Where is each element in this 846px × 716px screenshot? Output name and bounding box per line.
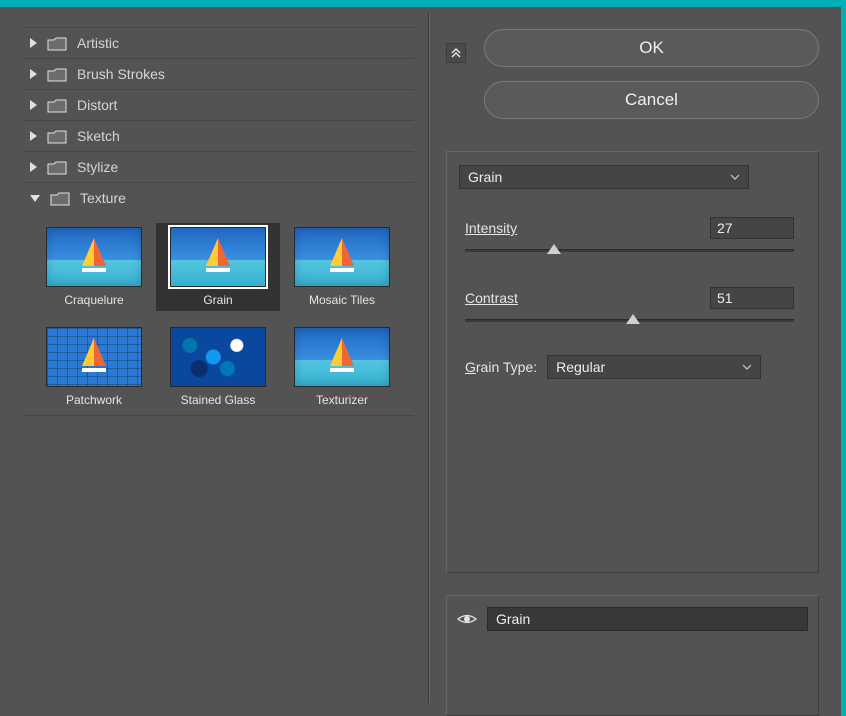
thumbnail-art (327, 338, 357, 374)
thumb-label: Stained Glass (181, 393, 256, 407)
slider-track (465, 249, 794, 252)
grain-type-label: Grain Type: (465, 359, 537, 375)
expand-icon (30, 69, 37, 79)
chevron-up-double-icon (450, 47, 462, 59)
contrast-slider[interactable] (465, 313, 794, 329)
category-label: Brush Strokes (77, 66, 165, 82)
effect-layer-row[interactable]: Grain (457, 606, 808, 632)
filter-select-value: Grain (468, 169, 502, 185)
visibility-icon[interactable] (457, 612, 477, 626)
window-title-bar (0, 0, 846, 7)
grain-type-value: Regular (556, 359, 605, 375)
intensity-input[interactable] (710, 217, 794, 239)
thumbnail-image (294, 327, 390, 387)
thumb-label: Patchwork (66, 393, 122, 407)
collapse-settings-button[interactable] (446, 43, 466, 63)
intensity-label: Intensity (465, 220, 517, 236)
collapse-icon (30, 195, 40, 202)
intensity-slider[interactable] (465, 243, 794, 259)
thumb-label: Texturizer (316, 393, 368, 407)
thumb-patchwork[interactable]: Patchwork (32, 323, 156, 411)
expand-icon (30, 100, 37, 110)
thumb-label: Mosaic Tiles (309, 293, 375, 307)
folder-icon (47, 36, 67, 51)
chevron-down-icon (730, 174, 740, 180)
effect-name-field[interactable]: Grain (487, 607, 808, 631)
thumbnail-image (294, 227, 390, 287)
category-label: Distort (77, 97, 117, 113)
grain-type-dropdown[interactable]: Regular (547, 355, 761, 379)
ok-button-label: OK (639, 38, 664, 58)
expand-icon (30, 131, 37, 141)
expand-icon (30, 38, 37, 48)
category-distort[interactable]: Distort (24, 89, 414, 120)
filter-select-dropdown[interactable]: Grain (459, 165, 749, 189)
thumb-texturizer[interactable]: Texturizer (280, 323, 404, 411)
expand-icon (30, 162, 37, 172)
thumb-label: Craquelure (64, 293, 123, 307)
thumb-grain[interactable]: Grain (156, 223, 280, 311)
thumbnail-image (46, 227, 142, 287)
panel-divider (428, 13, 430, 703)
thumb-mosaic-tiles[interactable]: Mosaic Tiles (280, 223, 404, 311)
texture-thumbnails: Craquelure Grain (24, 213, 414, 415)
category-sketch[interactable]: Sketch (24, 120, 414, 151)
category-label: Sketch (77, 128, 120, 144)
category-label: Stylize (77, 159, 118, 175)
folder-icon (50, 191, 70, 206)
thumbnail-art (79, 238, 109, 274)
cancel-button-label: Cancel (625, 90, 678, 110)
thumbnail-art (79, 338, 109, 374)
thumbnail-image (46, 327, 142, 387)
category-label: Artistic (77, 35, 119, 51)
thumbnail-image (170, 327, 266, 387)
window-border-right (841, 7, 846, 716)
cancel-button[interactable]: Cancel (484, 81, 819, 119)
folder-icon (47, 129, 67, 144)
ok-button[interactable]: OK (484, 29, 819, 67)
folder-icon (47, 160, 67, 175)
slider-thumb[interactable] (547, 244, 561, 254)
contrast-label: Contrast (465, 290, 518, 306)
effect-stack-panel: Grain (446, 595, 819, 716)
category-texture[interactable]: Texture (24, 182, 414, 213)
folder-icon (47, 67, 67, 82)
thumbnail-image (170, 227, 266, 287)
thumb-craquelure[interactable]: Craquelure (32, 223, 156, 311)
chevron-down-icon (742, 364, 752, 370)
category-stylize[interactable]: Stylize (24, 151, 414, 182)
category-brush-strokes[interactable]: Brush Strokes (24, 58, 414, 89)
slider-thumb[interactable] (626, 314, 640, 324)
filter-settings-panel: Grain Intensity Contrast Grain Type: (446, 151, 819, 573)
filter-category-panel: Artistic Brush Strokes Distort (0, 7, 428, 716)
thumbnail-art (327, 238, 357, 274)
folder-icon (47, 98, 67, 113)
contrast-input[interactable] (710, 287, 794, 309)
effect-name-label: Grain (496, 611, 530, 627)
thumb-stained-glass[interactable]: Stained Glass (156, 323, 280, 411)
category-label: Texture (80, 190, 126, 206)
category-artistic[interactable]: Artistic (24, 27, 414, 58)
thumb-label: Grain (203, 293, 232, 307)
thumbnail-art (203, 238, 233, 274)
